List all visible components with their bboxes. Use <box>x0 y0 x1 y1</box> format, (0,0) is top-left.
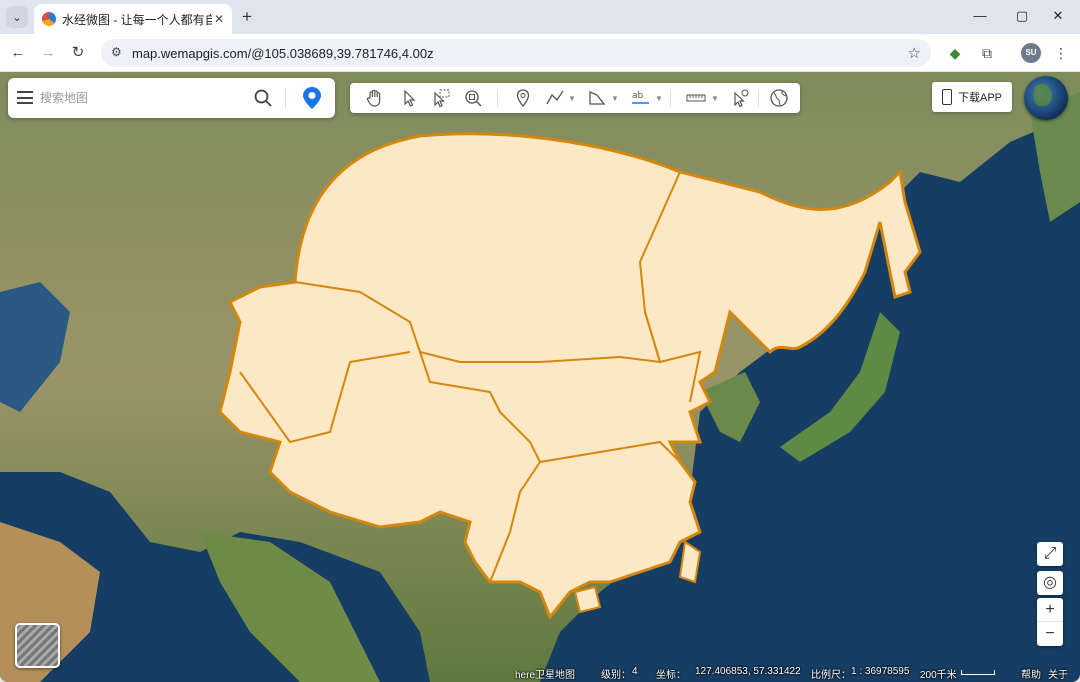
locate-control: ◎ <box>1037 571 1063 595</box>
toolbar-separator <box>758 89 759 107</box>
polygon-icon[interactable] <box>586 87 608 109</box>
toolbar-separator <box>497 89 498 107</box>
search-divider <box>285 88 286 108</box>
extension-icon[interactable]: ◆ <box>945 43 965 63</box>
tab-active[interactable]: 水经微图 - 让每一个人都有自己 ✕ <box>34 4 232 34</box>
scale-bar-label: 200千米 <box>920 670 957 681</box>
zoom-control: + − <box>1037 598 1063 646</box>
polyline-icon[interactable] <box>544 87 566 109</box>
coordinate-value: 127.406853, 57.331422 <box>695 666 801 677</box>
scale-label: 比例尺： <box>811 670 851 681</box>
search-icon[interactable] <box>253 88 273 108</box>
my-location-icon[interactable]: ◎ <box>1037 571 1063 595</box>
zoom-area-icon[interactable] <box>462 87 484 109</box>
drawing-toolbar: ▼ ▼ ab ▼ ▼ <box>350 83 800 113</box>
site-info-icon[interactable]: ⚙ <box>111 45 122 59</box>
region-hainan <box>573 585 602 614</box>
menu-icon[interactable] <box>17 91 33 104</box>
maximize-icon[interactable]: ▢ <box>1010 8 1034 24</box>
globe-view-icon[interactable] <box>1024 76 1068 120</box>
text-label-icon[interactable]: ab <box>630 87 652 109</box>
address-bar[interactable]: ⚙ map.wemapgis.com/@105.038689,39.781746… <box>101 39 931 67</box>
url-text: map.wemapgis.com/@105.038689,39.781746,4… <box>132 46 434 61</box>
pan-hand-icon[interactable] <box>364 87 386 109</box>
fullscreen-control: ⤢ <box>1037 542 1063 566</box>
svg-text:ab: ab <box>632 91 644 101</box>
tab-strip: ⌄ 水经微图 - 让每一个人都有自己 ✕ + — ▢ ✕ <box>0 0 1080 34</box>
back-icon[interactable]: ← <box>8 43 28 63</box>
about-link[interactable]: 关于 <box>1048 666 1068 681</box>
tab-close-icon[interactable]: ✕ <box>214 12 224 26</box>
minimize-icon[interactable]: — <box>968 8 992 23</box>
new-tab-icon[interactable]: + <box>238 8 256 26</box>
map-canvas[interactable]: ▼ ▼ ab ▼ ▼ 下载APP <box>0 72 1080 682</box>
marker-icon[interactable] <box>512 87 534 109</box>
scale-bar <box>961 670 995 675</box>
polyline-dropdown-icon[interactable]: ▼ <box>568 94 576 103</box>
box-select-icon[interactable] <box>430 87 452 109</box>
zoom-out-icon[interactable]: − <box>1037 622 1063 646</box>
search-panel <box>8 78 335 118</box>
download-app-label: 下载APP <box>957 92 1002 104</box>
globe-tool-icon[interactable] <box>768 87 790 109</box>
close-window-icon[interactable]: ✕ <box>1046 8 1070 24</box>
satellite-basemap <box>0 72 1080 682</box>
info-pointer-icon[interactable] <box>730 87 752 109</box>
fullscreen-icon[interactable]: ⤢ <box>1037 542 1063 566</box>
browser-window: ⌄ 水经微图 - 让每一个人都有自己 ✕ + — ▢ ✕ ← → ↻ ⚙ map… <box>0 0 1080 682</box>
location-pin-icon[interactable] <box>301 86 323 110</box>
bookmark-star-icon[interactable]: ☆ <box>908 44 921 62</box>
basemap-name: here卫星地图 <box>515 670 576 681</box>
measure-dropdown-icon[interactable]: ▼ <box>711 94 719 103</box>
scale-value: 1 : 36978595 <box>851 666 910 677</box>
measure-ruler-icon[interactable] <box>685 87 707 109</box>
basemap-switcher[interactable] <box>15 623 60 668</box>
reload-icon[interactable]: ↻ <box>68 43 88 63</box>
profile-avatar[interactable]: SU <box>1021 43 1041 63</box>
zoom-level-value: 4 <box>632 666 638 677</box>
forward-icon[interactable]: → <box>38 43 58 63</box>
phone-icon <box>941 89 952 105</box>
tab-search-icon[interactable]: ⌄ <box>6 6 28 28</box>
menu-kebab-icon[interactable]: ⋮ <box>1051 43 1071 63</box>
favicon-icon <box>42 12 56 26</box>
download-app-button[interactable]: 下载APP <box>932 82 1012 112</box>
text-dropdown-icon[interactable]: ▼ <box>655 94 663 103</box>
coordinate-label: 坐标： <box>656 670 686 681</box>
tab-title: 水经微图 - 让每一个人都有自己 <box>62 12 212 27</box>
select-icon[interactable] <box>398 87 420 109</box>
polygon-dropdown-icon[interactable]: ▼ <box>611 94 619 103</box>
zoom-in-icon[interactable]: + <box>1037 598 1063 622</box>
zoom-level-label: 级别： <box>601 670 631 681</box>
browser-toolbar: ← → ↻ ⚙ map.wemapgis.com/@105.038689,39.… <box>0 34 1080 72</box>
extensions-puzzle-icon[interactable]: ⧉ <box>977 43 997 63</box>
help-link[interactable]: 帮助 <box>1021 666 1041 681</box>
search-input[interactable] <box>40 88 240 108</box>
toolbar-separator <box>670 89 671 107</box>
